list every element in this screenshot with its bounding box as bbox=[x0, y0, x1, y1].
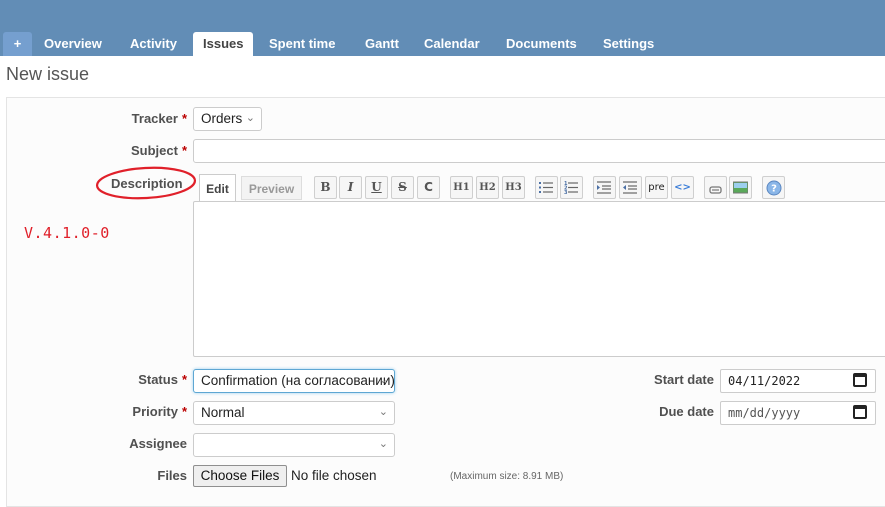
unquote-icon[interactable] bbox=[619, 176, 642, 199]
chevron-down-icon: ⌄ bbox=[378, 406, 388, 418]
priority-value: Normal bbox=[201, 405, 245, 420]
page-title: New issue bbox=[6, 64, 90, 84]
status-label: Status * bbox=[138, 372, 187, 387]
tab-spent-time[interactable]: Spent time bbox=[269, 32, 335, 56]
tab-gantt[interactable]: Gantt bbox=[365, 32, 399, 56]
files-label: Files bbox=[157, 468, 187, 483]
tab-edit[interactable]: Edit bbox=[199, 174, 236, 202]
link-icon[interactable] bbox=[704, 176, 727, 199]
new-object-button[interactable]: + bbox=[3, 32, 32, 56]
tab-calendar[interactable]: Calendar bbox=[424, 32, 480, 56]
quote-icon[interactable] bbox=[593, 176, 616, 199]
heading3-icon[interactable]: H3 bbox=[502, 176, 525, 199]
status-value: Confirmation (на согласовании) bbox=[201, 373, 395, 388]
svg-text:?: ? bbox=[771, 184, 777, 195]
tab-documents[interactable]: Documents bbox=[506, 32, 577, 56]
chevron-down-icon: ⌄ bbox=[245, 112, 255, 124]
start-date-value: 04/11/2022 bbox=[728, 374, 801, 388]
assignee-label: Assignee bbox=[129, 436, 187, 451]
priority-label-text: Priority bbox=[132, 404, 178, 419]
subject-input[interactable] bbox=[193, 139, 885, 163]
subject-label: Subject * bbox=[131, 143, 187, 158]
tracker-select[interactable]: Orders ⌄ bbox=[193, 107, 262, 131]
chevron-down-icon: ⌄ bbox=[378, 374, 388, 386]
underline-icon[interactable]: U bbox=[365, 176, 388, 199]
code-icon[interactable]: C bbox=[417, 176, 440, 199]
tracker-label: Tracker * bbox=[132, 111, 187, 126]
status-label-text: Status bbox=[138, 372, 178, 387]
italic-icon[interactable]: I bbox=[339, 176, 362, 199]
strikethrough-icon[interactable]: S bbox=[391, 176, 414, 199]
calendar-icon[interactable] bbox=[853, 373, 867, 387]
help-icon[interactable]: ? bbox=[762, 176, 785, 199]
tab-overview[interactable]: Overview bbox=[44, 32, 102, 56]
start-date-input[interactable]: 04/11/2022 bbox=[720, 369, 876, 393]
preformatted-icon[interactable]: pre bbox=[645, 176, 668, 199]
tab-settings[interactable]: Settings bbox=[603, 32, 654, 56]
tab-issues[interactable]: Issues bbox=[193, 32, 254, 56]
assignee-select[interactable]: ⌄ bbox=[193, 433, 395, 457]
due-date-value: mm/dd/yyyy bbox=[728, 406, 801, 420]
due-date-label: Due date bbox=[659, 404, 714, 419]
ordered-list-icon[interactable]: 123 bbox=[560, 176, 583, 199]
version-annotation: V.4.1.0-0 bbox=[24, 224, 110, 242]
required-marker: * bbox=[181, 372, 187, 387]
heading1-icon[interactable]: H1 bbox=[450, 176, 473, 199]
subject-label-text: Subject bbox=[130, 143, 178, 158]
svg-text:3: 3 bbox=[564, 190, 568, 194]
priority-label: Priority * bbox=[132, 404, 187, 419]
tracker-value: Orders bbox=[201, 111, 243, 126]
required-marker: * bbox=[181, 404, 187, 419]
required-marker: * bbox=[181, 111, 187, 126]
image-icon[interactable] bbox=[729, 176, 752, 199]
choose-files-button[interactable]: Choose Files bbox=[193, 465, 287, 487]
priority-select[interactable]: Normal ⌄ bbox=[193, 401, 395, 425]
bold-icon[interactable]: B bbox=[314, 176, 337, 199]
due-date-input[interactable]: mm/dd/yyyy bbox=[720, 401, 876, 425]
code-highlight-icon[interactable]: <> bbox=[671, 176, 694, 199]
status-select[interactable]: Confirmation (на согласовании) ⌄ bbox=[193, 369, 395, 393]
unordered-list-icon[interactable] bbox=[535, 176, 558, 199]
chevron-down-icon: ⌄ bbox=[378, 438, 388, 450]
tab-preview[interactable]: Preview bbox=[241, 176, 302, 200]
required-marker: * bbox=[181, 143, 187, 158]
start-date-label: Start date bbox=[654, 372, 714, 387]
description-textarea[interactable] bbox=[193, 201, 885, 357]
files-status: No file chosen bbox=[291, 468, 377, 483]
heading2-icon[interactable]: H2 bbox=[476, 176, 499, 199]
calendar-icon[interactable] bbox=[853, 405, 867, 419]
max-size-note: (Maximum size: 8.91 MB) bbox=[450, 471, 564, 482]
tracker-label-text: Tracker bbox=[131, 111, 178, 126]
circle-annotation bbox=[95, 166, 197, 200]
tab-activity[interactable]: Activity bbox=[130, 32, 177, 56]
